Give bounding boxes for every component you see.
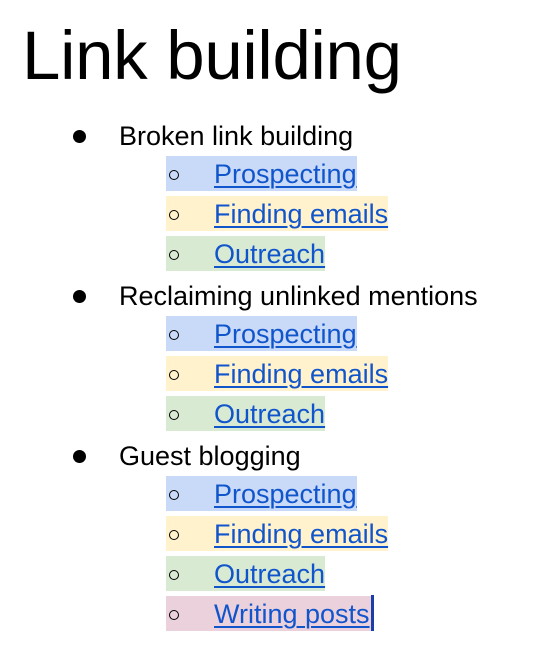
highlighted-span: Prospecting	[166, 156, 357, 191]
list-item[interactable]: Broken link building	[0, 116, 542, 156]
hollow-bullet-icon	[169, 410, 179, 420]
highlighted-span: Outreach	[166, 556, 326, 592]
hollow-bullet-icon	[169, 530, 179, 540]
sub-list-item[interactable]: Outreach	[0, 236, 542, 276]
highlighted-span: Prospecting	[166, 476, 357, 511]
link-finding-emails[interactable]: Finding emails	[214, 357, 388, 392]
link-prospecting[interactable]: Prospecting	[214, 477, 357, 512]
sub-list-item[interactable]: Prospecting	[0, 476, 542, 516]
link-writing-posts[interactable]: Writing posts	[214, 597, 370, 632]
hollow-bullet-icon	[169, 490, 179, 500]
highlighted-span: Finding emails	[166, 516, 389, 552]
filled-bullet-icon	[73, 450, 86, 463]
hollow-bullet-icon	[169, 250, 179, 260]
hollow-bullet-icon	[169, 370, 179, 380]
highlighted-span: Outreach	[166, 236, 326, 272]
list-item-label: Reclaiming unlinked mentions	[119, 281, 478, 311]
link-outreach[interactable]: Outreach	[214, 237, 325, 272]
sub-list-item[interactable]: Finding emails	[0, 356, 542, 396]
hollow-bullet-icon	[169, 330, 179, 340]
link-prospecting[interactable]: Prospecting	[214, 317, 357, 352]
list-item-label: Guest blogging	[119, 441, 301, 471]
link-finding-emails[interactable]: Finding emails	[214, 197, 388, 232]
sub-list-item[interactable]: Outreach	[0, 556, 542, 596]
link-prospecting[interactable]: Prospecting	[214, 157, 357, 192]
filled-bullet-icon	[73, 130, 86, 143]
link-finding-emails[interactable]: Finding emails	[214, 517, 388, 552]
highlighted-span: Outreach	[166, 396, 326, 432]
highlighted-span: Finding emails	[166, 356, 389, 392]
sub-list-item[interactable]: Writing posts	[0, 594, 542, 636]
highlighted-span: Prospecting	[166, 316, 357, 351]
highlighted-span: Finding emails	[166, 196, 389, 232]
list-item[interactable]: Guest blogging	[0, 436, 542, 476]
sub-list-item[interactable]: Finding emails	[0, 196, 542, 236]
list-item-label: Broken link building	[119, 121, 354, 151]
sub-list-item[interactable]: Outreach	[0, 396, 542, 436]
hollow-bullet-icon	[169, 170, 179, 180]
link-outreach[interactable]: Outreach	[214, 397, 325, 432]
sub-list-item[interactable]: Prospecting	[0, 316, 542, 356]
sub-list-item[interactable]: Finding emails	[0, 516, 542, 556]
filled-bullet-icon	[73, 290, 86, 303]
list-item[interactable]: Reclaiming unlinked mentions	[0, 276, 542, 316]
document-title: Link building	[22, 17, 402, 94]
link-outreach[interactable]: Outreach	[214, 557, 325, 592]
hollow-bullet-icon	[169, 610, 179, 620]
hollow-bullet-icon	[169, 210, 179, 220]
highlighted-span: Writing posts	[166, 594, 374, 632]
bulleted-list: Broken link building Prospecting Finding…	[0, 116, 542, 636]
hollow-bullet-icon	[169, 570, 179, 580]
sub-list-item[interactable]: Prospecting	[0, 156, 542, 196]
text-cursor	[370, 594, 374, 631]
